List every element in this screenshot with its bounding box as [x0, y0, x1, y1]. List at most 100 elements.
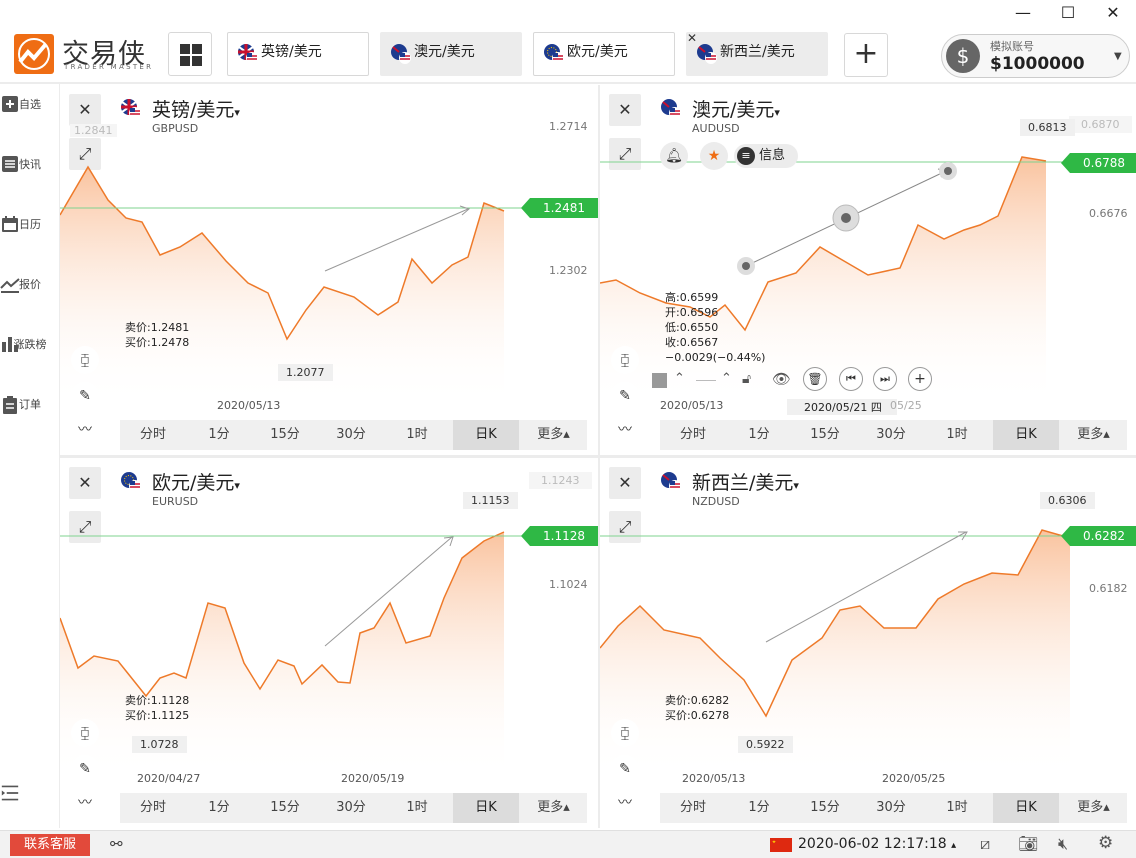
chevron-up-icon[interactable]: ⌃ [674, 371, 685, 386]
sidebar-item-movers[interactable]: 涨跌榜 [0, 336, 60, 352]
color-swatch[interactable] [652, 373, 667, 388]
bell-icon[interactable]: 🔔︎ [660, 142, 688, 170]
tf-daily[interactable]: 日K [453, 793, 519, 823]
logo-subtext: TRADER MASTER [64, 63, 154, 71]
info-button[interactable]: ≡ 信息 [734, 144, 798, 168]
tf-15m[interactable]: 15分 [252, 420, 318, 450]
tab-label: 新西兰/美元 [720, 44, 795, 60]
nz-flag-icon [697, 44, 717, 64]
tf-30m[interactable]: 30分 [318, 420, 384, 450]
price-level: 1.1024 [549, 578, 588, 591]
chevron-up-icon[interactable]: ⌃ [721, 371, 732, 386]
star-icon[interactable]: ★ [700, 142, 728, 170]
tf-tick[interactable]: 分时 [660, 793, 726, 823]
tab-nzdusd[interactable]: ✕ 新西兰/美元 [686, 31, 828, 76]
timeframe-bar: 分时 1分 15分 30分 1时 日K 更多▴ [660, 420, 1127, 450]
add-tab-button[interactable]: + [844, 33, 888, 77]
tf-daily[interactable]: 日K [993, 420, 1059, 450]
indicator-icon[interactable]: 〰 [71, 416, 99, 444]
tf-15m[interactable]: 15分 [252, 793, 318, 823]
trash-icon[interactable]: 🗑︎ [803, 367, 827, 391]
layout-grid-button[interactable] [168, 32, 212, 76]
unlock-icon[interactable]: 🔓︎ [742, 371, 751, 387]
tf-more[interactable]: 更多▴ [520, 793, 587, 823]
mute-icon[interactable]: 🔇︎ [1058, 834, 1068, 854]
candlestick-icon[interactable]: ⧮ [611, 346, 639, 374]
camera-icon[interactable]: 📷︎ [1018, 834, 1038, 853]
date-label: 2020/05/13 [660, 399, 724, 412]
sidebar-item-label: 自选 [19, 98, 41, 111]
minimize-button[interactable]: — [1008, 2, 1038, 24]
sidebar-item-news[interactable]: 快讯 [0, 156, 60, 172]
ohlc-low: 低:0.6550 [665, 321, 719, 334]
tf-more[interactable]: 更多▴ [520, 420, 587, 450]
pencil-icon[interactable]: ✎ [611, 755, 639, 783]
current-price-badge: 0.6282 [1061, 526, 1136, 546]
tf-daily[interactable]: 日K [453, 420, 519, 450]
news-icon [2, 156, 18, 172]
tf-1h[interactable]: 1时 [384, 793, 450, 823]
indicator-icon[interactable]: 〰 [611, 789, 639, 817]
candlestick-icon[interactable]: ⧮ [71, 346, 99, 374]
app-window: — ☐ ✕ 交易侠 TRADER MASTER 英镑/美元 澳元/美元 欧元/美… [0, 0, 1136, 858]
tf-30m[interactable]: 30分 [318, 793, 384, 823]
tf-tick[interactable]: 分时 [660, 420, 726, 450]
tf-1h[interactable]: 1时 [924, 420, 990, 450]
skip-end-icon[interactable]: ⏭︎ [873, 367, 897, 391]
tf-1h[interactable]: 1时 [384, 420, 450, 450]
screen-off-icon[interactable]: ⧄ [980, 834, 990, 854]
link-icon[interactable]: ⚯ [110, 835, 123, 853]
dollar-icon: $ [946, 39, 980, 73]
close-window-button[interactable]: ✕ [1098, 2, 1128, 24]
settings-icon[interactable]: ⚙︎ [1098, 833, 1113, 853]
tab-eurusd[interactable]: 欧元/美元 [533, 32, 675, 76]
tf-15m[interactable]: 15分 [792, 793, 858, 823]
tf-1m[interactable]: 1分 [726, 793, 792, 823]
tf-daily[interactable]: 日K [993, 793, 1059, 823]
eye-icon[interactable]: 👁︎ [772, 370, 791, 388]
tf-30m[interactable]: 30分 [858, 793, 924, 823]
pencil-icon[interactable]: ✎ [71, 382, 99, 410]
pencil-icon[interactable]: ✎ [71, 755, 99, 783]
tab-audusd[interactable]: 澳元/美元 [380, 32, 522, 76]
sidebar-item-watchlist[interactable]: 自选 [0, 96, 60, 112]
add-circle-icon[interactable]: + [908, 367, 932, 391]
sidebar-item-orders[interactable]: 订单 [0, 396, 60, 414]
tf-1m[interactable]: 1分 [186, 793, 252, 823]
sidebar-item-calendar[interactable]: 日历 [0, 216, 60, 232]
high-price-label: 0.6813 [1020, 119, 1075, 136]
tf-1m[interactable]: 1分 [726, 420, 792, 450]
sidebar-item-quotes[interactable]: 报价 [0, 276, 60, 293]
candlestick-icon[interactable]: ⧮ [611, 719, 639, 747]
account-selector[interactable]: $ 模拟账号 $1000000 ▼ [941, 34, 1130, 78]
tf-1h[interactable]: 1时 [924, 793, 990, 823]
sidebar-item-label: 日历 [19, 218, 41, 231]
tf-15m[interactable]: 15分 [792, 420, 858, 450]
price-level: 0.6676 [1089, 207, 1128, 220]
tab-gbpusd[interactable]: 英镑/美元 [227, 32, 369, 76]
line-style-icon[interactable] [696, 380, 716, 381]
low-price-label: 1.0728 [132, 736, 187, 753]
datetime: 2020-06-02 12:17:18 ▴ [798, 836, 957, 852]
candlestick-icon[interactable]: ⧮ [71, 719, 99, 747]
skip-start-icon[interactable]: ⏮︎ [839, 367, 863, 391]
gb-flag-icon [238, 44, 258, 64]
high-price-label: 1.1153 [463, 492, 518, 509]
tab-label: 澳元/美元 [414, 44, 475, 60]
pencil-icon[interactable]: ✎ [611, 382, 639, 410]
contact-support-button[interactable]: 联系客服 [10, 834, 90, 856]
add-square-icon [2, 96, 18, 112]
calendar-icon [2, 216, 18, 232]
tf-1m[interactable]: 1分 [186, 420, 252, 450]
maximize-button[interactable]: ☐ [1053, 2, 1083, 24]
tf-tick[interactable]: 分时 [120, 793, 186, 823]
tf-more[interactable]: 更多▴ [1060, 793, 1127, 823]
low-price-label: 1.2077 [278, 364, 333, 381]
tf-tick[interactable]: 分时 [120, 420, 186, 450]
tf-30m[interactable]: 30分 [858, 420, 924, 450]
indicator-icon[interactable]: 〰 [71, 789, 99, 817]
tf-more[interactable]: 更多▴ [1060, 420, 1127, 450]
indicator-icon[interactable]: 〰 [611, 416, 639, 444]
buy-price: 买价:1.2478 [125, 336, 190, 349]
low-price-label: 0.5922 [738, 736, 793, 753]
